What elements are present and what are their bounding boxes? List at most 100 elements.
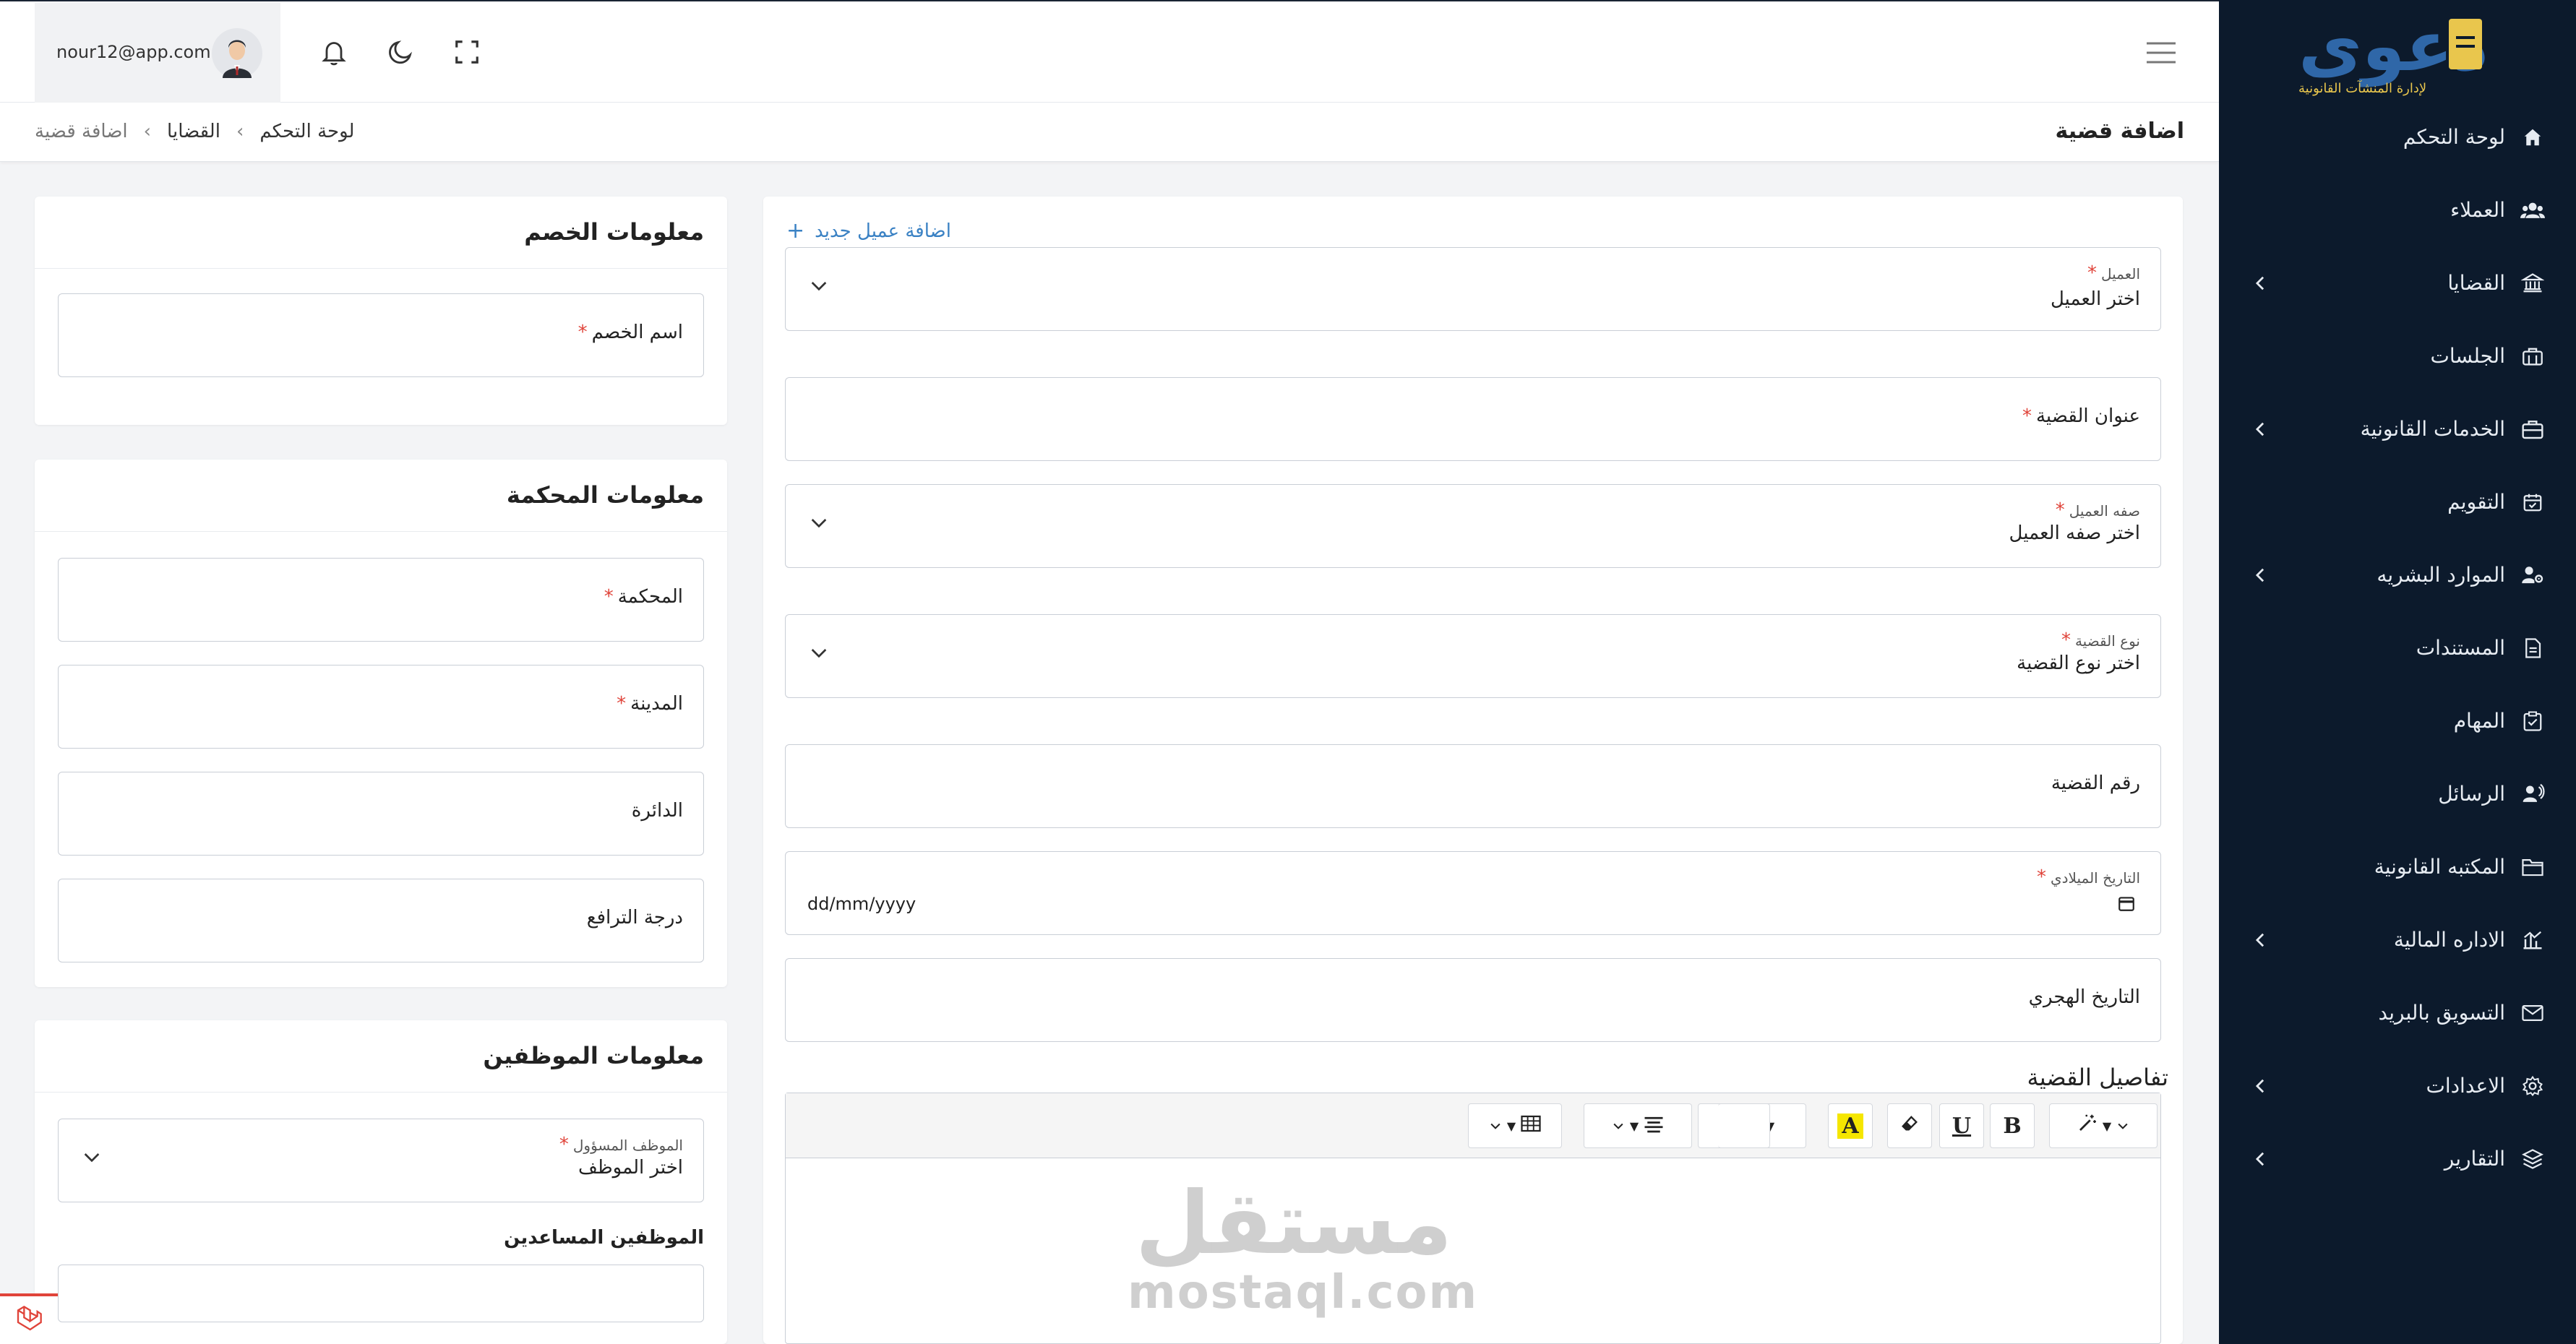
responsible-employee-select[interactable]: الموظف المسؤول* اختر الموظف [58, 1119, 704, 1202]
clear-format-button[interactable] [1887, 1103, 1932, 1148]
text-highlight-icon: A [1837, 1113, 1863, 1139]
sidebar-item-label: الجلسات [2430, 344, 2505, 368]
chevron-down-icon [807, 274, 830, 297]
client-label: العميل* [2087, 262, 2140, 284]
briefcase-icon [2518, 415, 2547, 444]
highlight-color-button[interactable]: A [1828, 1103, 1873, 1148]
case-number-field[interactable]: رقم القضية [785, 744, 2161, 828]
pleading-level-field[interactable]: درجة الترافع [58, 879, 704, 962]
hijri-date-field[interactable]: التاريخ الهجري [785, 958, 2161, 1042]
bell-icon[interactable] [317, 35, 351, 69]
debug-bar-toggle[interactable] [0, 1293, 58, 1344]
case-type-label: نوع القضية* [2061, 629, 2140, 651]
eraser-icon [1899, 1113, 1920, 1139]
sidebar-item-cases[interactable]: القضايا [2219, 247, 2576, 320]
hamburger-menu-icon[interactable] [2144, 39, 2178, 66]
bold-icon: B [2003, 1113, 2022, 1139]
sidebar-item-label: المهام [2453, 709, 2505, 733]
home-icon [2518, 123, 2547, 152]
sidebar-item-calendar[interactable]: التقويم [2219, 466, 2576, 539]
sidebar-item-label: التسويق بالبريد [2378, 1001, 2506, 1025]
underline-button[interactable]: U [1939, 1103, 1984, 1148]
sidebar-item-label: الموارد البشريه [2377, 563, 2505, 587]
sidebar-item-tasks[interactable]: المهام [2219, 685, 2576, 758]
client-role-select[interactable]: صفه العميل* اختر صفه العميل [785, 484, 2161, 568]
add-new-client-link[interactable]: اضافة عميل جديد + [786, 218, 951, 244]
paragraph-align-button[interactable]: ▼ [1584, 1103, 1692, 1148]
breadcrumb-link-dashboard[interactable]: لوحة التحكم [259, 121, 354, 142]
assistant-employees-label: الموظفين المساعدين [504, 1227, 704, 1249]
card-header: معلومات الموظفين [35, 1020, 727, 1093]
user-menu[interactable]: nour12@app.com [35, 3, 280, 103]
sidebar-nav: لوحة التحكم العملاء القضايا الجلسات الخد… [2219, 101, 2576, 1196]
bold-button[interactable]: B [1990, 1103, 2035, 1148]
circuit-label: الدائرة [631, 800, 683, 822]
case-type-select[interactable]: نوع القضية* اختر نوع القضية [785, 614, 2161, 698]
breadcrumb-link-cases[interactable]: القضايا [167, 121, 220, 142]
logo-subtitle: لإدارة المنشآت القانونية [2298, 81, 2427, 96]
table-insert-button[interactable]: ▼ [1468, 1103, 1562, 1148]
style-magic-button[interactable]: ▼ [2049, 1103, 2158, 1148]
gregorian-date-label: التاريخ الميلادي* [2036, 866, 2140, 888]
court-label: المحكمة* [604, 586, 683, 608]
city-label: المدينة* [617, 693, 683, 715]
add-client-label: اضافة عميل جديد [815, 220, 951, 242]
sidebar-item-finance[interactable]: الاداره المالية [2219, 904, 2576, 977]
gregorian-date-field[interactable]: التاريخ الميلادي* dd/mm/yyyy [785, 851, 2161, 935]
folder-icon [2518, 853, 2547, 882]
breadcrumb-current: اضافة قضية [35, 121, 128, 142]
document-icon [2518, 634, 2547, 663]
page-title: اضافة قضية [2055, 119, 2184, 144]
chevron-left-icon [2249, 269, 2271, 298]
city-field[interactable]: المدينة* [58, 665, 704, 749]
opponent-name-field[interactable]: اسم الخصم* [58, 293, 704, 377]
breadcrumb-bar: اضافة قضية ‹ القضايا ‹ لوحة التحكم اضافة… [0, 103, 2219, 162]
sidebar-item-hr[interactable]: الموارد البشريه [2219, 539, 2576, 612]
client-role-label: صفه العميل* [2055, 499, 2140, 521]
sidebar-item-email-marketing[interactable]: التسويق بالبريد [2219, 977, 2576, 1050]
pleading-level-label: درجة الترافع [586, 907, 683, 929]
sidebar-item-documents[interactable]: المستندات [2219, 612, 2576, 685]
sidebar-item-label: القضايا [2447, 271, 2505, 295]
court-field[interactable]: المحكمة* [58, 558, 704, 642]
court-info-card: معلومات المحكمة المحكمة* المدينة* الدائر… [35, 460, 727, 987]
chevron-left-icon [2249, 561, 2271, 590]
client-role-placeholder: اختر صفه العميل [2009, 522, 2140, 544]
chevron-left-icon [2249, 926, 2271, 955]
chevron-left-icon [2249, 1072, 2271, 1100]
sidebar-item-dashboard[interactable]: لوحة التحكم [2219, 101, 2576, 174]
dark-mode-moon-icon[interactable] [383, 35, 418, 69]
client-select[interactable]: العميل* اختر العميل [785, 247, 2161, 331]
sidebar-item-label: العملاء [2450, 198, 2505, 222]
chevron-down-icon [1488, 1113, 1503, 1139]
calendar-icon[interactable] [2117, 894, 2136, 913]
brand-logo[interactable]: دعوى لإدارة المنشآت القانونية [2298, 12, 2494, 98]
sidebar: دعوى لإدارة المنشآت القانونية لوحة التحك… [2219, 0, 2576, 1344]
sidebar-item-settings[interactable]: الاعدادات [2219, 1050, 2576, 1123]
watermark: مستقل mostaql.com [1128, 1181, 1479, 1332]
opponent-info-card: معلومات الخصم اسم الخصم* [35, 197, 727, 425]
watermark-english: mostaql.com [1128, 1266, 1479, 1319]
chevron-left-icon: ‹ [236, 121, 244, 142]
employees-info-title: معلومات الموظفين [483, 1042, 704, 1069]
fullscreen-icon[interactable] [450, 35, 484, 69]
user-email: nour12@app.com [56, 42, 211, 62]
laravel-logo-icon [14, 1304, 43, 1336]
sidebar-item-legal-library[interactable]: المكتبه القانونية [2219, 831, 2576, 904]
sidebar-item-sessions[interactable]: الجلسات [2219, 320, 2576, 393]
assistant-employees-select[interactable] [58, 1265, 704, 1322]
case-title-label: عنوان القضية* [2022, 405, 2140, 427]
opponent-info-title: معلومات الخصم [524, 218, 704, 246]
sidebar-item-reports[interactable]: التقارير [2219, 1123, 2576, 1196]
sidebar-item-legal-services[interactable]: الخدمات القانونية [2219, 393, 2576, 466]
sidebar-item-messages[interactable]: الرسائل [2219, 758, 2576, 831]
circuit-field[interactable]: الدائرة [58, 772, 704, 856]
sidebar-item-clients[interactable]: العملاء [2219, 174, 2576, 247]
editor-toolbar: ▼ B U A ▼ 123 ▼ ▼ [786, 1093, 2160, 1158]
case-title-field[interactable]: عنوان القضية* [785, 377, 2161, 461]
messages-icon [2518, 780, 2547, 809]
bullet-list-inner [1718, 1103, 1770, 1148]
caret-down-icon: ▼ [1629, 1119, 1639, 1133]
date-input-placeholder: dd/mm/yyyy [807, 894, 916, 914]
chevron-left-icon [2249, 415, 2271, 444]
